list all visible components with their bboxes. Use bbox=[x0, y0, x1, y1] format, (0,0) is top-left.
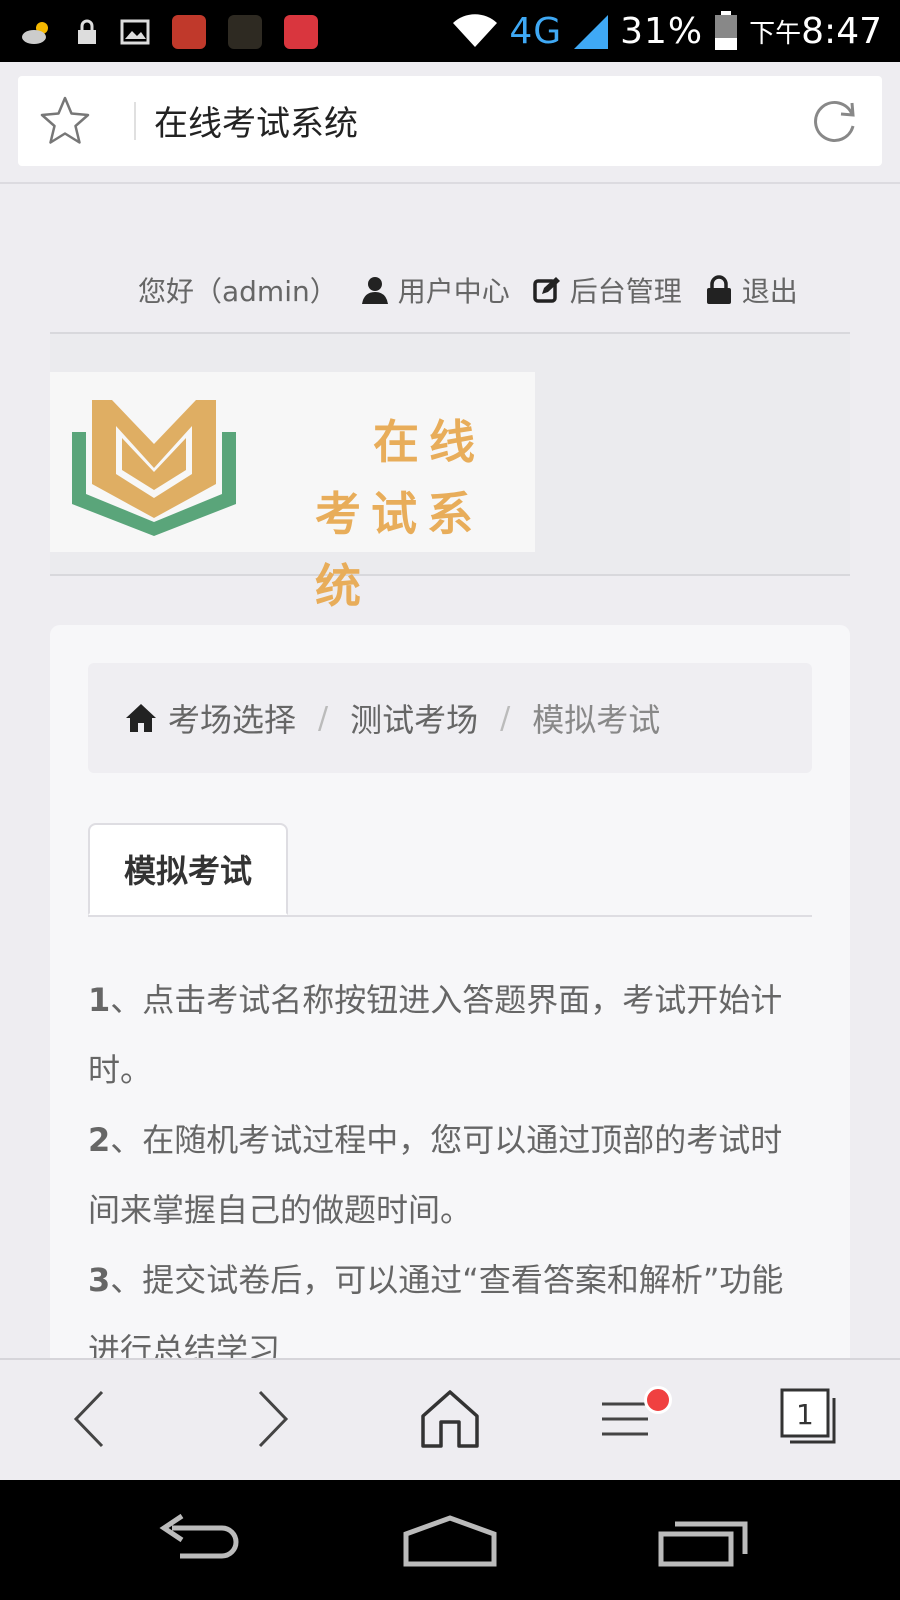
tabs-count: 1 bbox=[796, 1398, 814, 1431]
forward-icon[interactable] bbox=[236, 1384, 306, 1454]
signal-icon bbox=[574, 15, 609, 49]
battery-percent: 31% bbox=[620, 10, 704, 52]
battery-icon bbox=[715, 11, 738, 50]
reload-icon[interactable] bbox=[808, 94, 862, 148]
app-icon bbox=[228, 15, 262, 49]
home-icon bbox=[126, 704, 156, 732]
system-recents-icon[interactable] bbox=[655, 1510, 755, 1570]
weather-icon bbox=[22, 22, 48, 44]
user-center-link[interactable]: 用户中心 bbox=[360, 270, 510, 310]
user-bar: 您好（admin） 用户中心 后台管理 退出 bbox=[138, 270, 798, 310]
admin-panel-link[interactable]: 后台管理 bbox=[532, 270, 682, 310]
breadcrumb-current: 模拟考试 bbox=[532, 701, 661, 739]
wifi-icon bbox=[453, 14, 498, 47]
book-logo-icon bbox=[72, 400, 236, 536]
breadcrumb-separator: / bbox=[318, 700, 329, 736]
user-icon bbox=[361, 277, 388, 304]
browser-address-area: 在线考试系统 bbox=[0, 62, 900, 184]
system-home-icon[interactable] bbox=[400, 1510, 500, 1570]
header-banner: 在线 考试系统 bbox=[50, 332, 850, 613]
notification-dot bbox=[644, 1386, 672, 1414]
lock-icon bbox=[78, 19, 96, 44]
logo-text: 在线 考试系统 bbox=[315, 415, 485, 613]
main-panel: 考场选择 / 测试考场 / 模拟考试 模拟考试 1、点击考试名称按钮进入答题界面… bbox=[50, 625, 850, 1385]
breadcrumb-separator: / bbox=[500, 700, 511, 736]
divider bbox=[134, 102, 136, 140]
app-icon bbox=[284, 15, 318, 49]
back-icon[interactable] bbox=[56, 1384, 126, 1454]
user-center-label: 用户中心 bbox=[397, 275, 510, 308]
clock: 8:47 bbox=[801, 10, 882, 52]
status-bar: 4G 31% 下午 8:47 bbox=[0, 0, 900, 62]
star-icon[interactable] bbox=[38, 94, 92, 148]
lock-icon bbox=[706, 275, 731, 304]
breadcrumb-home[interactable]: 考场选择 bbox=[168, 695, 296, 741]
address-bar[interactable]: 在线考试系统 bbox=[18, 76, 882, 166]
time-prefix: 下午 bbox=[749, 18, 802, 49]
instructions: 1、点击考试名称按钮进入答题界面，考试开始计时。 2、在随机考试过程中，您可以通… bbox=[88, 965, 812, 1385]
logout-link[interactable]: 退出 bbox=[704, 270, 798, 310]
greeting: 您好（admin） bbox=[138, 275, 338, 308]
system-back-icon[interactable] bbox=[150, 1510, 250, 1570]
edit-icon bbox=[533, 277, 560, 303]
instruction-item: 1、点击考试名称按钮进入答题界面，考试开始计时。 bbox=[88, 981, 783, 1089]
image-icon bbox=[120, 19, 150, 45]
instruction-item: 2、在随机考试过程中，您可以通过顶部的考试时间来掌握自己的做题时间。 bbox=[88, 1121, 783, 1229]
breadcrumb: 考场选择 / 测试考场 / 模拟考试 bbox=[88, 663, 812, 773]
system-nav-bar bbox=[0, 1480, 900, 1600]
app-icon bbox=[172, 15, 206, 49]
site-logo[interactable]: 在线 考试系统 bbox=[50, 372, 535, 613]
home-icon[interactable] bbox=[415, 1384, 485, 1454]
page-title[interactable]: 在线考试系统 bbox=[154, 96, 358, 145]
logout-label: 退出 bbox=[741, 275, 798, 308]
admin-panel-label: 后台管理 bbox=[569, 275, 682, 308]
tab-bar: 模拟考试 bbox=[88, 823, 812, 917]
browser-toolbar: 1 bbox=[0, 1358, 900, 1482]
network-type: 4G bbox=[509, 10, 563, 52]
tab-mock-exam[interactable]: 模拟考试 bbox=[88, 823, 288, 915]
breadcrumb-level2[interactable]: 测试考场 bbox=[350, 695, 478, 741]
